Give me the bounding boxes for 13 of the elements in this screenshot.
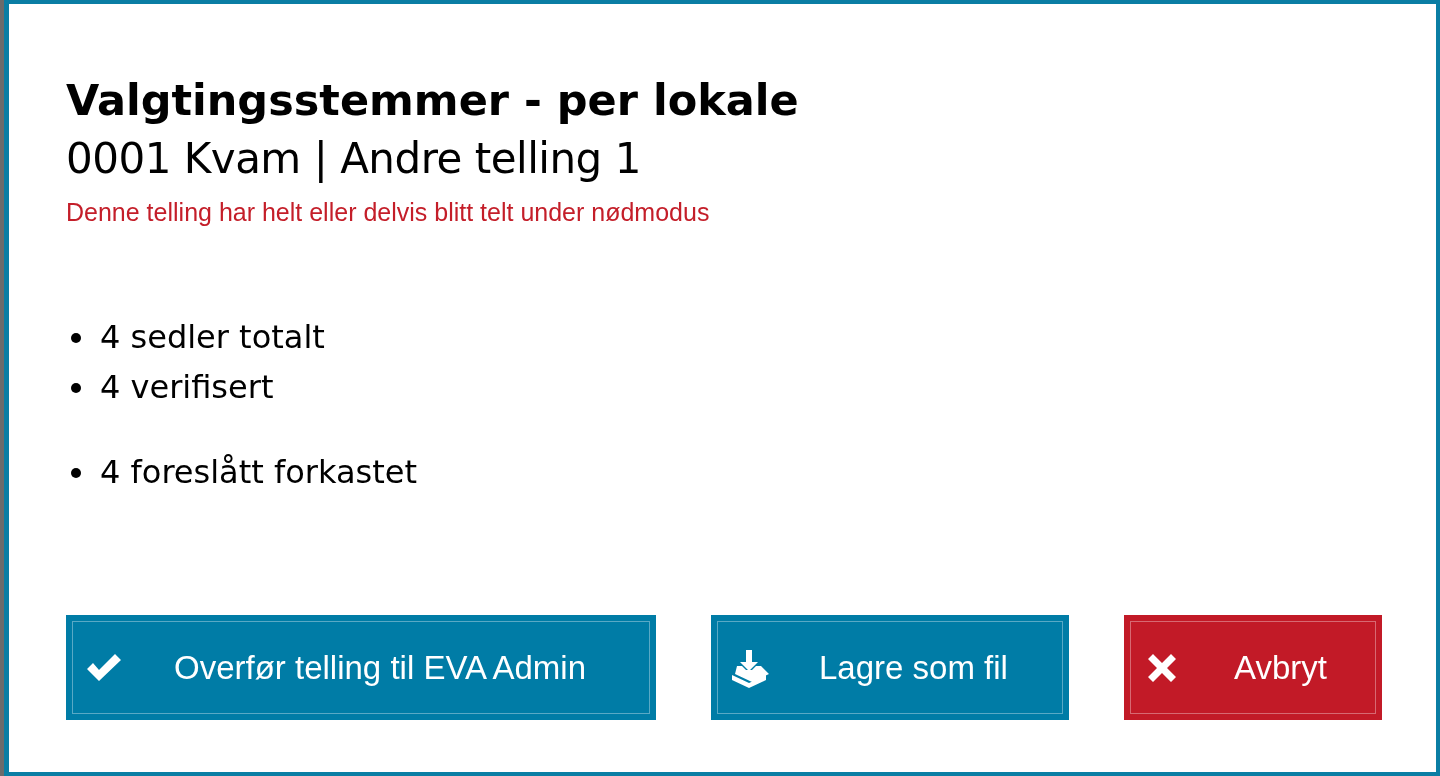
dialog-title: Valgtingsstemmer - per lokale bbox=[66, 74, 800, 127]
save-button[interactable]: Lagre som fil bbox=[711, 615, 1069, 720]
warning-message: Denne telling har helt eller delvis blitt telt under nødmodus bbox=[66, 198, 711, 227]
stat-item: 4 foreslått forkastet bbox=[100, 452, 417, 493]
bullet-icon bbox=[71, 332, 81, 343]
dialog-subtitle: 0001 Kvam | Andre telling 1 bbox=[66, 133, 642, 185]
stat-item: 4 verifisert bbox=[100, 367, 274, 408]
bullet-icon bbox=[71, 467, 81, 478]
transfer-button[interactable]: Overfør telling til EVA Admin bbox=[66, 615, 656, 720]
stat-item: 4 sedler totalt bbox=[100, 317, 325, 358]
bullet-icon bbox=[71, 382, 81, 393]
download-icon bbox=[729, 647, 769, 688]
cancel-button[interactable]: Avbryt bbox=[1124, 615, 1382, 720]
